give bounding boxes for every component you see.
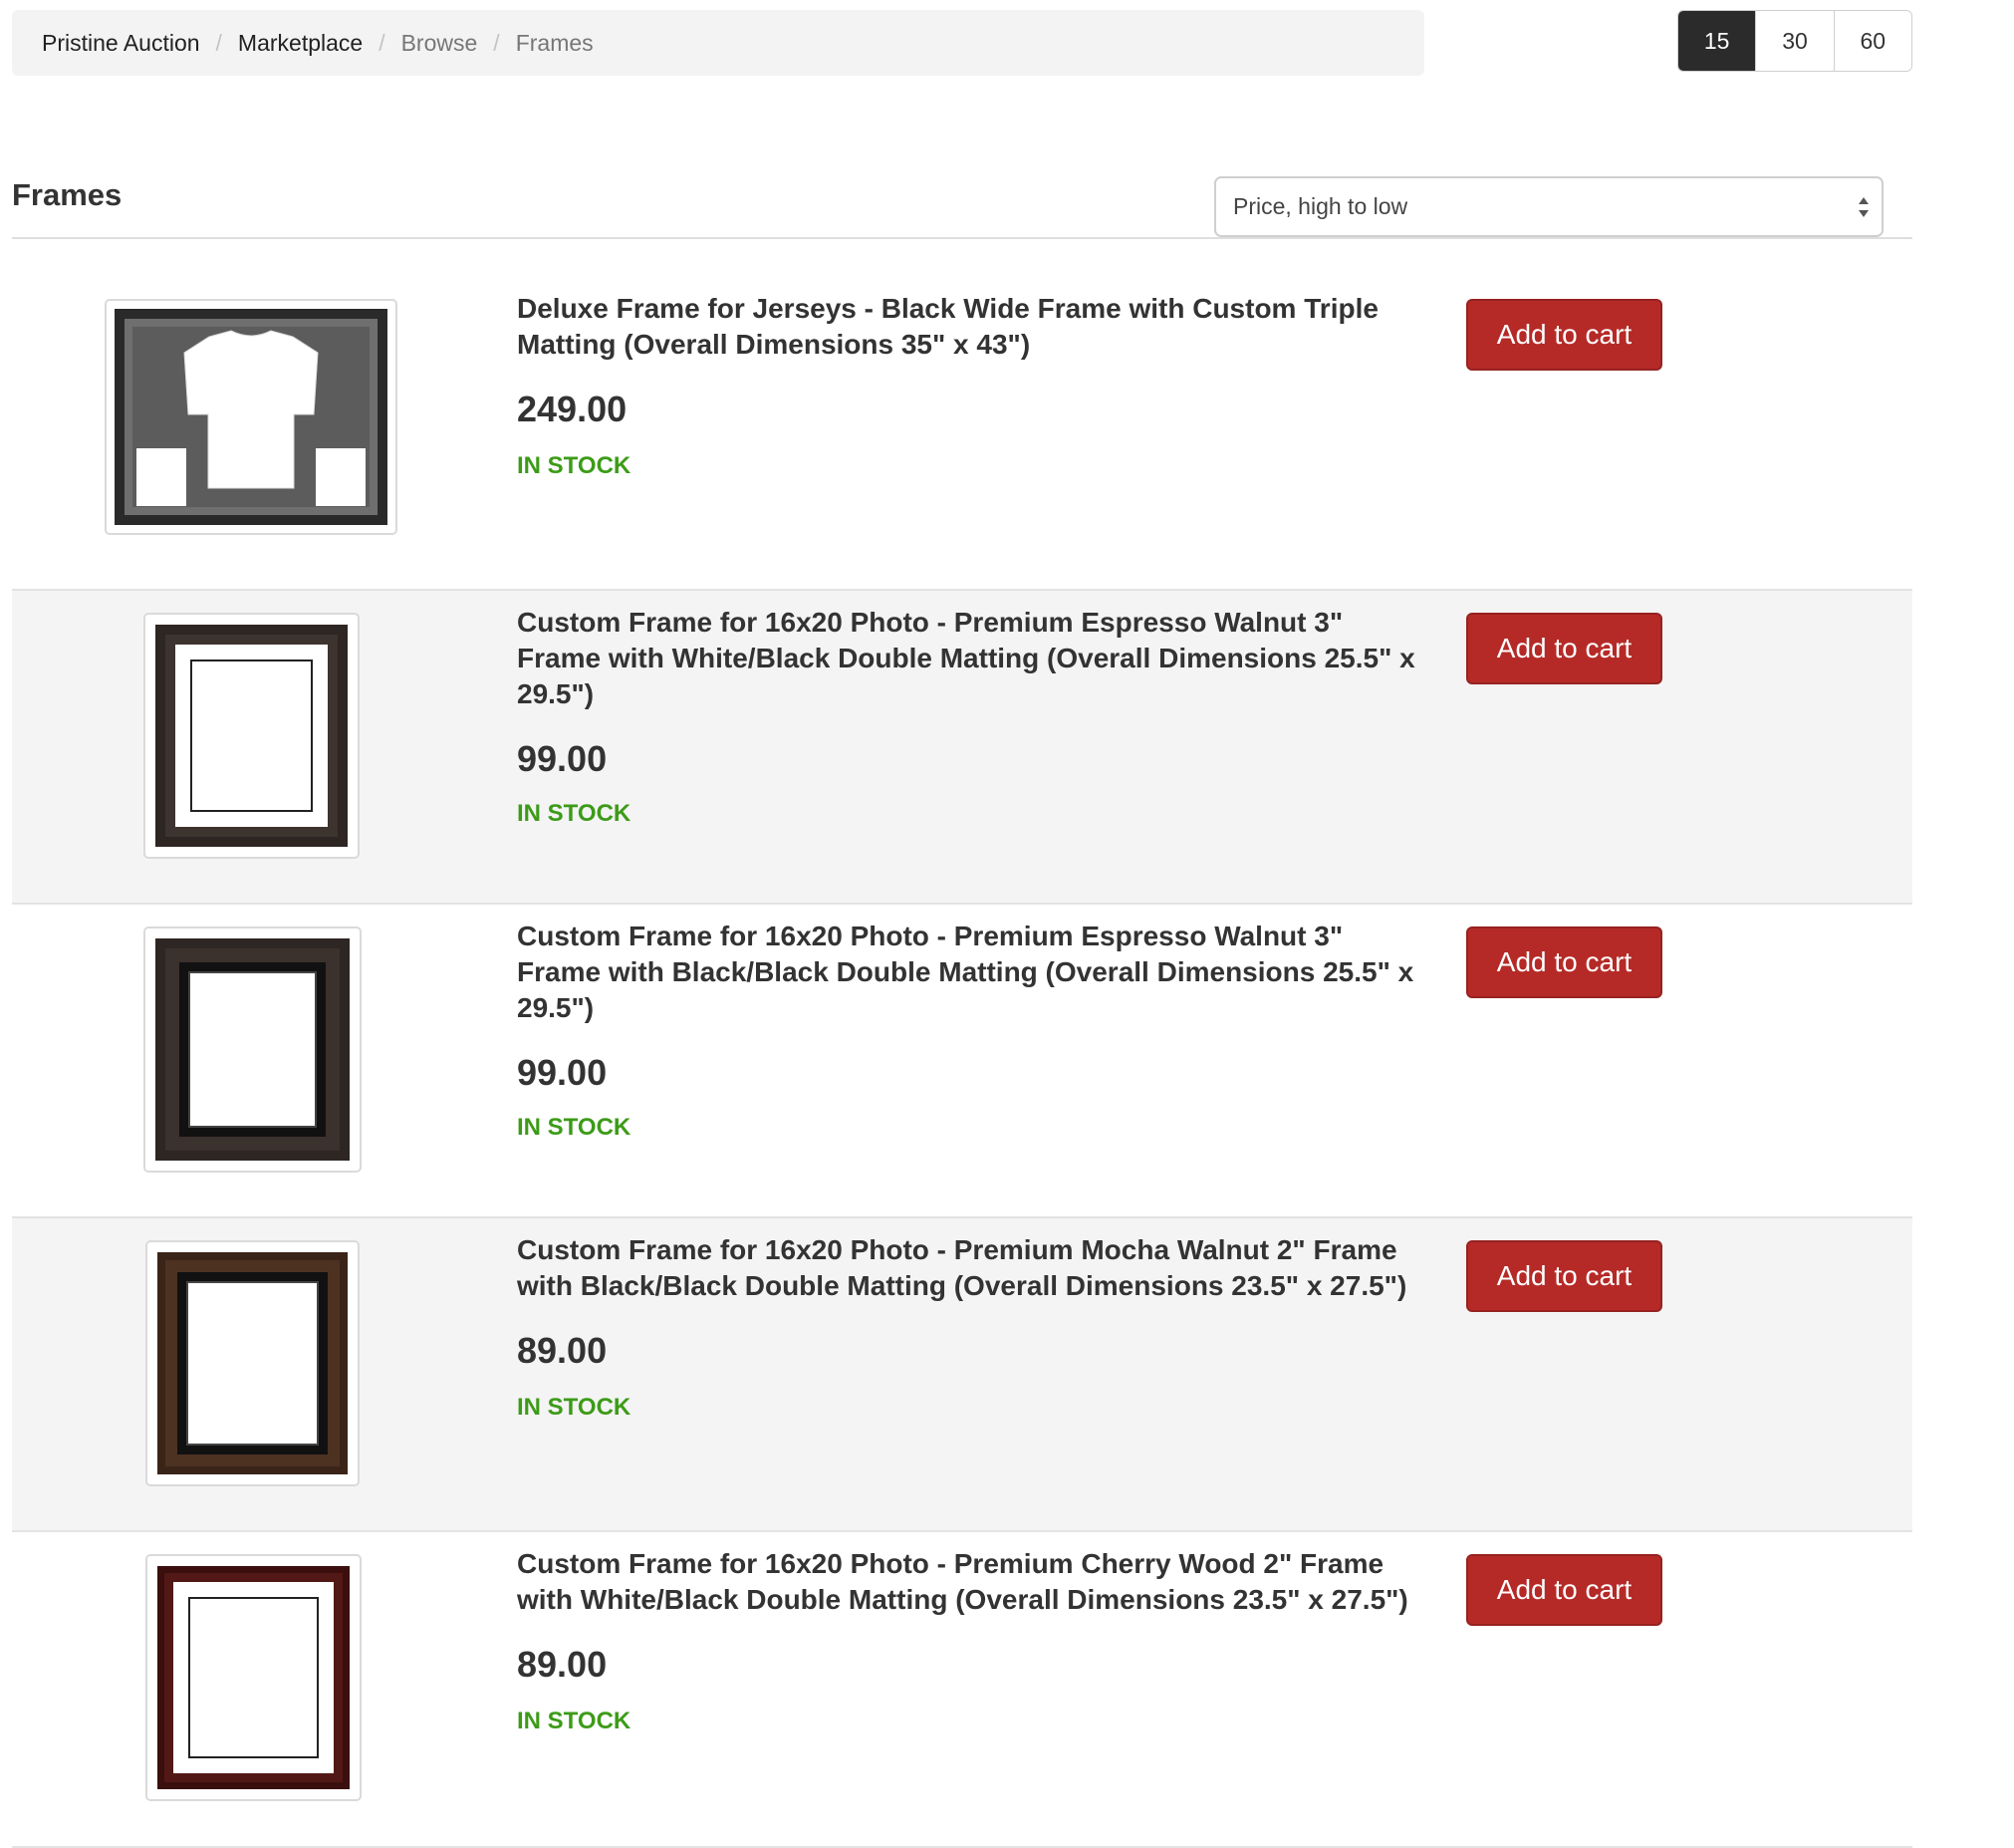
product-row: Custom Frame for 16x20 Photo - Premium M…: [12, 1218, 1912, 1532]
product-price: 89.00: [517, 1644, 608, 1685]
product-title[interactable]: Custom Frame for 16x20 Photo - Premium C…: [517, 1546, 1433, 1618]
add-to-cart-button[interactable]: Add to cart: [1466, 299, 1662, 371]
espresso-black-mat-frame-icon[interactable]: [143, 926, 362, 1173]
per-page-toggle: 15 30 60: [1677, 10, 1912, 72]
sort-select[interactable]: Price, high to low: [1214, 176, 1884, 237]
product-row: Custom Frame for 16x20 Photo - Premium C…: [12, 1532, 1912, 1848]
breadcrumb-frames: Frames: [515, 29, 594, 56]
select-arrows-icon: [1859, 197, 1869, 217]
stock-status: IN STOCK: [517, 452, 631, 479]
product-title[interactable]: Deluxe Frame for Jerseys - Black Wide Fr…: [517, 291, 1433, 363]
page-title: Frames: [12, 177, 123, 212]
product-title[interactable]: Custom Frame for 16x20 Photo - Premium E…: [517, 919, 1433, 1026]
breadcrumb-browse[interactable]: Browse: [401, 30, 478, 57]
add-to-cart-button[interactable]: Add to cart: [1466, 613, 1662, 684]
product-price: 249.00: [517, 389, 628, 429]
breadcrumb-separator: /: [378, 29, 385, 56]
breadcrumb-pristine-auction[interactable]: Pristine Auction: [42, 30, 200, 57]
product-price: 99.00: [517, 738, 608, 779]
product-row: Custom Frame for 16x20 Photo - Premium E…: [12, 591, 1912, 905]
product-price: 89.00: [517, 1330, 608, 1371]
breadcrumb-marketplace[interactable]: Marketplace: [238, 30, 363, 57]
breadcrumb: Pristine Auction / Marketplace / Browse …: [12, 10, 1424, 76]
add-to-cart-button[interactable]: Add to cart: [1466, 1240, 1662, 1312]
header-divider: [12, 237, 1912, 239]
product-row: Deluxe Frame for Jerseys - Black Wide Fr…: [12, 277, 1912, 591]
add-to-cart-button[interactable]: Add to cart: [1466, 926, 1662, 998]
per-page-30-button[interactable]: 30: [1755, 11, 1834, 71]
per-page-15-button[interactable]: 15: [1678, 11, 1756, 71]
per-page-60-button[interactable]: 60: [1833, 11, 1911, 71]
stock-status: IN STOCK: [517, 800, 631, 827]
stock-status: IN STOCK: [517, 1708, 631, 1734]
sort-selected-value: Price, high to low: [1233, 193, 1408, 219]
add-to-cart-button[interactable]: Add to cart: [1466, 1554, 1662, 1626]
stock-status: IN STOCK: [517, 1394, 631, 1421]
breadcrumb-separator: /: [493, 29, 500, 56]
product-title[interactable]: Custom Frame for 16x20 Photo - Premium E…: [517, 605, 1433, 712]
breadcrumb-separator: /: [215, 29, 222, 56]
cherry-white-mat-frame-icon[interactable]: [145, 1554, 362, 1801]
stock-status: IN STOCK: [517, 1114, 631, 1141]
product-title[interactable]: Custom Frame for 16x20 Photo - Premium M…: [517, 1232, 1433, 1304]
jersey-frame-icon[interactable]: [105, 299, 397, 535]
product-row: Custom Frame for 16x20 Photo - Premium E…: [12, 905, 1912, 1218]
product-price: 99.00: [517, 1052, 608, 1093]
espresso-white-mat-frame-icon[interactable]: [143, 613, 360, 859]
mocha-black-mat-frame-icon[interactable]: [145, 1240, 360, 1486]
